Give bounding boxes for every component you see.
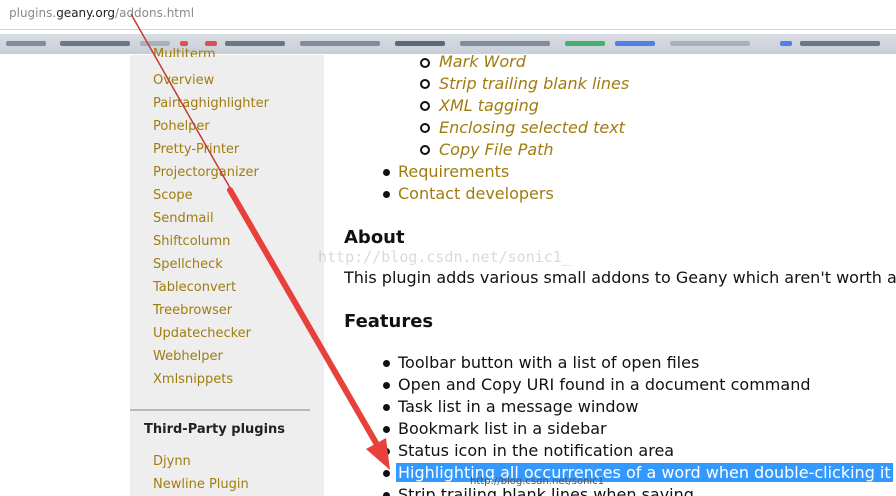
sidebar-item-multiterm[interactable]: Multiterm [153, 47, 216, 57]
third-party-plugins-heading: Third-Party plugins [144, 422, 286, 437]
circle-bullet-icon [420, 58, 430, 68]
disc-bullet-icon [383, 448, 390, 455]
about-text: This plugin adds various small addons to… [344, 268, 896, 287]
feature-item: Open and Copy URI found in a document co… [398, 375, 811, 394]
url-host-prefix: plugins. [9, 6, 57, 20]
address-bar[interactable]: plugins.geany.org/addons.html [0, 0, 896, 30]
circle-bullet-icon [420, 123, 430, 133]
sidebar-item-webhelper[interactable]: Webhelper [153, 349, 223, 364]
toc-link-mark-word[interactable]: Mark Word [439, 55, 526, 71]
sidebar-divider [130, 409, 310, 411]
feature-item: Task list in a message window [398, 397, 639, 416]
sidebar-item-sendmail[interactable]: Sendmail [153, 211, 214, 226]
toc-link-xml-tagging[interactable]: XML tagging [439, 96, 539, 115]
sidebar-item-spellcheck[interactable]: Spellcheck [153, 257, 223, 272]
watermark-small: http://blog.csdn.net/sonic1 [470, 476, 605, 487]
feature-item: Bookmark list in a sidebar [398, 419, 607, 438]
sidebar-item-projectorganizer[interactable]: Projectorganizer [153, 165, 259, 180]
disc-bullet-icon [383, 404, 390, 411]
disc-bullet-icon [383, 382, 390, 389]
sidebar-item-scope[interactable]: Scope [153, 188, 193, 203]
sidebar-item-pretty-printer[interactable]: Pretty-Printer [153, 142, 239, 157]
circle-bullet-icon [420, 101, 430, 111]
toc-link-enclosing-selected-text[interactable]: Enclosing selected text [439, 118, 625, 137]
sidebar-item-newline-plugin[interactable]: Newline Plugin [153, 477, 249, 492]
features-heading: Features [344, 311, 434, 332]
sidebar-item-shiftcolumn[interactable]: Shiftcolumn [153, 234, 230, 249]
main-content: Mark Word Strip trailing blank lines XML… [324, 55, 896, 496]
sidebar-item-tableconvert[interactable]: Tableconvert [153, 280, 236, 295]
disc-bullet-icon [383, 191, 390, 198]
watermark-large: http://blog.csdn.net/sonic1_ [318, 248, 571, 266]
toc-link-strip-trailing-blank-lines[interactable]: Strip trailing blank lines [439, 74, 629, 93]
disc-bullet-icon [383, 169, 390, 176]
sidebar-item-overview[interactable]: Overview [153, 73, 214, 88]
circle-bullet-icon [420, 79, 430, 89]
url-host: geany.org [56, 6, 116, 20]
about-heading: About [344, 227, 405, 248]
disc-bullet-icon [383, 470, 390, 477]
disc-bullet-icon [383, 426, 390, 433]
bookmarks-bar-obscured [0, 34, 896, 54]
sidebar-item-xmlsnippets[interactable]: Xmlsnippets [153, 372, 233, 387]
sidebar-item-pohelper[interactable]: Pohelper [153, 119, 210, 134]
toc-link-requirements[interactable]: Requirements [398, 162, 509, 181]
feature-item: Toolbar button with a list of open files [398, 353, 700, 372]
feature-item: Status icon in the notification area [398, 441, 675, 460]
sidebar-item-djynn[interactable]: Djynn [153, 454, 191, 469]
url-text[interactable]: plugins.geany.org/addons.html [9, 6, 194, 20]
sidebar-item-pairtaghighlighter[interactable]: Pairtaghighlighter [153, 96, 269, 111]
disc-bullet-icon [383, 360, 390, 367]
sidebar: Multiterm Overview Pairtaghighlighter Po… [130, 47, 324, 496]
url-path: /addons.html [115, 6, 195, 20]
toc-link-contact-developers[interactable]: Contact developers [398, 184, 554, 203]
sidebar-item-treebrowser[interactable]: Treebrowser [153, 303, 232, 318]
toc-link-copy-file-path[interactable]: Copy File Path [439, 140, 554, 159]
circle-bullet-icon [420, 145, 430, 155]
disc-bullet-icon [383, 492, 390, 496]
sidebar-item-updatechecker[interactable]: Updatechecker [153, 326, 251, 341]
